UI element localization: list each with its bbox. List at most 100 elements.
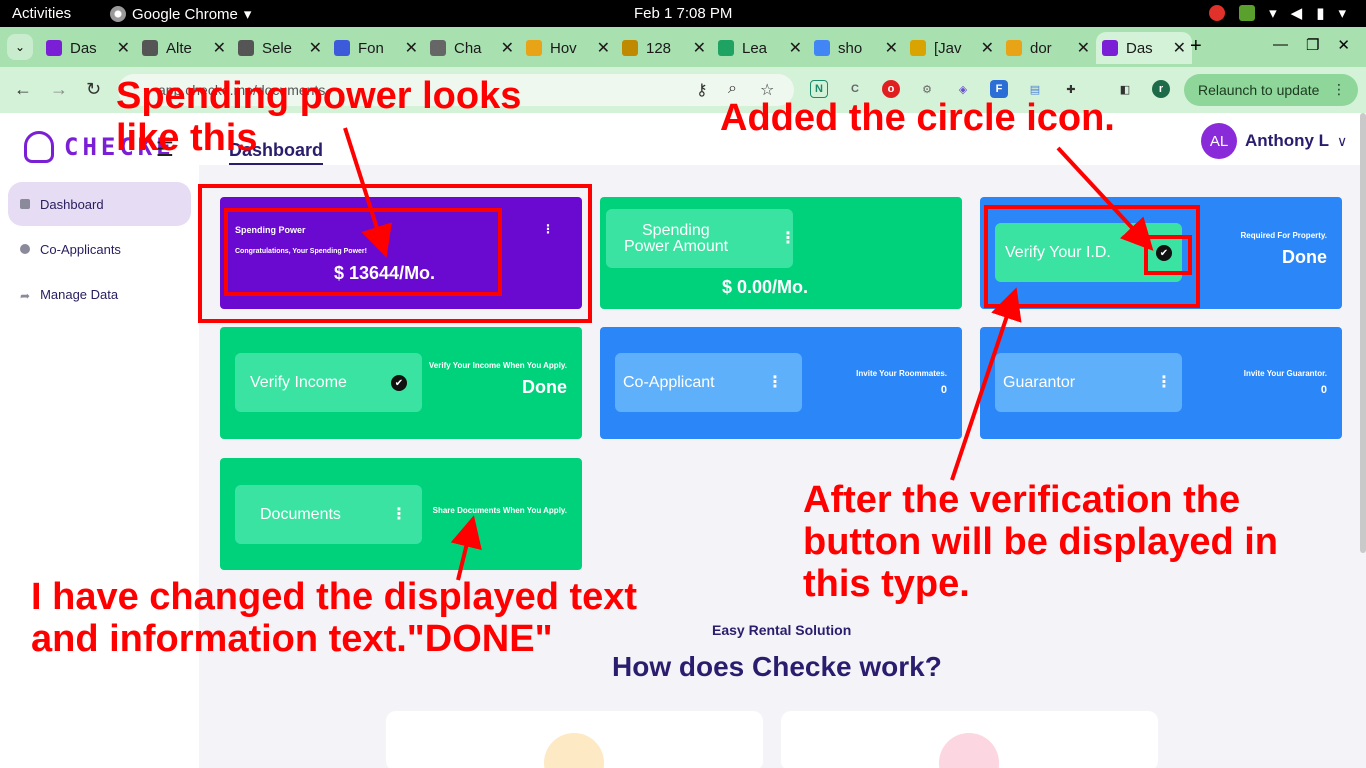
browser-tab[interactable]: Cha ✕ — [424, 32, 520, 64]
browser-tab[interactable]: Alte ✕ — [136, 32, 232, 64]
browser-tab[interactable]: 128 ✕ — [616, 32, 712, 64]
extension-link-icon[interactable]: ⚙ — [918, 80, 936, 98]
maximize-button[interactable]: ❐ — [1306, 36, 1319, 54]
sidebar-item-label: Co-Applicants — [40, 241, 121, 257]
forward-button[interactable]: → — [50, 79, 68, 100]
browser-tab[interactable]: sho ✕ — [808, 32, 904, 64]
document-icon — [20, 199, 30, 209]
kebab-menu-icon[interactable]: ⋮ — [1156, 375, 1172, 391]
tab-search-button[interactable]: ⌄ — [7, 34, 33, 60]
browser-tab[interactable]: Sele ✕ — [232, 32, 328, 64]
user-menu[interactable]: AL Anthony L ∨ — [1201, 123, 1347, 159]
close-tab-icon[interactable]: ✕ — [597, 38, 610, 58]
share-arrow-icon: ➦ — [20, 289, 31, 303]
chevron-down-icon: ∨ — [1337, 132, 1348, 149]
volume-icon[interactable]: ◀ — [1291, 4, 1303, 22]
browser-tab[interactable]: Fon ✕ — [328, 32, 424, 64]
zoom-icon[interactable]: ⌕ — [728, 80, 737, 98]
spending-power-amount-card[interactable]: Spending Power Amount ⋮ $ 0.00/Mo. — [600, 197, 962, 309]
co-applicant-card[interactable]: Co-Applicant ⋮ Invite Your Roommates. 0 — [600, 327, 962, 439]
extension-red-icon[interactable]: o — [882, 80, 900, 98]
close-tab-icon[interactable]: ✕ — [213, 38, 226, 58]
do-not-disturb-icon[interactable] — [1209, 5, 1226, 21]
update-icon[interactable] — [1239, 5, 1256, 21]
close-tab-icon[interactable]: ✕ — [981, 38, 994, 58]
browser-tab[interactable]: [Jav ✕ — [904, 32, 1000, 64]
kebab-menu-icon[interactable]: ⋮ — [767, 375, 783, 391]
extension-n-icon[interactable]: N — [810, 80, 828, 98]
close-tab-icon[interactable]: ✕ — [501, 38, 514, 58]
kebab-menu-icon[interactable]: ⋮ — [1332, 81, 1346, 98]
close-tab-icon[interactable]: ✕ — [1077, 38, 1090, 58]
section-eyebrow: Easy Rental Solution — [712, 622, 852, 638]
favicon-icon — [622, 40, 638, 56]
favicon-icon — [430, 40, 446, 56]
activities-button[interactable]: Activities — [12, 5, 71, 22]
side-panel-icon[interactable]: ◧ — [1116, 80, 1134, 98]
window-controls: — ❐ ✕ — [1273, 36, 1350, 54]
extension-diamond-icon[interactable]: ◈ — [954, 80, 972, 98]
clock[interactable]: Feb 1 7:08 PM — [634, 5, 732, 22]
guarantor-card[interactable]: Guarantor ⋮ Invite Your Guarantor. 0 — [980, 327, 1342, 439]
close-window-button[interactable]: ✕ — [1337, 36, 1350, 54]
page-scrollbar[interactable] — [1360, 113, 1366, 553]
system-tray[interactable]: ▾ ◀ ▮ ▾ — [1209, 4, 1346, 22]
favicon-icon — [1006, 40, 1022, 56]
card-note: Invite Your Guarantor. — [1243, 369, 1327, 378]
sidebar-item-manage-data[interactable]: ➦ Manage Data — [8, 272, 191, 316]
tab-title: Das — [1126, 39, 1153, 57]
browser-tab[interactable]: Das ✕ — [1096, 32, 1192, 64]
close-tab-icon[interactable]: ✕ — [117, 38, 130, 58]
close-tab-icon[interactable]: ✕ — [789, 38, 802, 58]
documents-card[interactable]: Documents ⋮ Share Documents When You App… — [220, 458, 582, 570]
reload-button[interactable]: ↻ — [86, 79, 101, 100]
favicon-icon — [526, 40, 542, 56]
minimize-button[interactable]: — — [1273, 36, 1288, 54]
browser-tab[interactable]: dor ✕ — [1000, 32, 1096, 64]
guarantor-button[interactable]: Guarantor — [995, 353, 1182, 412]
battery-icon[interactable]: ▮ — [1316, 4, 1324, 22]
sidebar-item-label: Dashboard — [40, 196, 104, 212]
sidebar-item-label: Manage Data — [40, 286, 119, 302]
back-button[interactable]: ← — [14, 79, 32, 100]
browser-tab[interactable]: Lea ✕ — [712, 32, 808, 64]
tab-title: Sele — [262, 39, 293, 57]
close-tab-icon[interactable]: ✕ — [1173, 38, 1186, 58]
sidebar-item-co-applicants[interactable]: Co-Applicants — [8, 227, 191, 271]
button-label: Power Amount — [624, 237, 729, 255]
close-tab-icon[interactable]: ✕ — [405, 38, 418, 58]
tab-title: 128 — [646, 39, 672, 57]
favicon-icon — [238, 40, 254, 56]
sidebar-item-dashboard[interactable]: Dashboard — [8, 182, 191, 226]
favicon-icon — [334, 40, 350, 56]
close-tab-icon[interactable]: ✕ — [885, 38, 898, 58]
browser-tab[interactable]: Das ✕ — [40, 32, 136, 64]
favicon-icon — [1102, 40, 1118, 56]
new-tab-button[interactable]: + — [1190, 35, 1202, 58]
browser-tab[interactable]: Hov ✕ — [520, 32, 616, 64]
chevron-down-icon[interactable]: ▾ — [1338, 4, 1346, 22]
app-menu[interactable]: Google Chrome ▾ — [110, 5, 251, 23]
verify-income-card[interactable]: Verify Income ✔ Verify Your Income When … — [220, 327, 582, 439]
extension-doc-icon[interactable]: ▤ — [1026, 80, 1044, 98]
extension-c-icon[interactable]: C — [846, 80, 864, 98]
kebab-menu-icon[interactable]: ⋮ — [780, 231, 796, 247]
avatar: AL — [1201, 123, 1237, 159]
kebab-menu-icon[interactable]: ⋮ — [391, 507, 407, 523]
password-key-icon[interactable]: ⚷ — [696, 80, 708, 100]
card-note: Verify Your Income When You Apply. — [428, 361, 567, 370]
wifi-icon[interactable]: ▾ — [1269, 4, 1277, 22]
tab-title: [Jav — [934, 39, 962, 57]
close-tab-icon[interactable]: ✕ — [309, 38, 322, 58]
profile-avatar[interactable]: r — [1152, 80, 1170, 98]
annotation-verification: After the verification the button will b… — [803, 479, 1279, 605]
favicon-icon — [814, 40, 830, 56]
relaunch-button[interactable]: Relaunch to update ⋮ — [1184, 74, 1358, 106]
close-tab-icon[interactable]: ✕ — [693, 38, 706, 58]
extensions-puzzle-icon[interactable]: ✚ — [1062, 80, 1080, 98]
button-label: Verify Income — [250, 373, 347, 391]
tab-title: Lea — [742, 39, 768, 57]
extension-fi-icon[interactable]: F — [990, 80, 1008, 98]
spending-power-amount-button[interactable]: Spending Power Amount — [606, 209, 793, 268]
count-value: 0 — [1320, 384, 1327, 396]
